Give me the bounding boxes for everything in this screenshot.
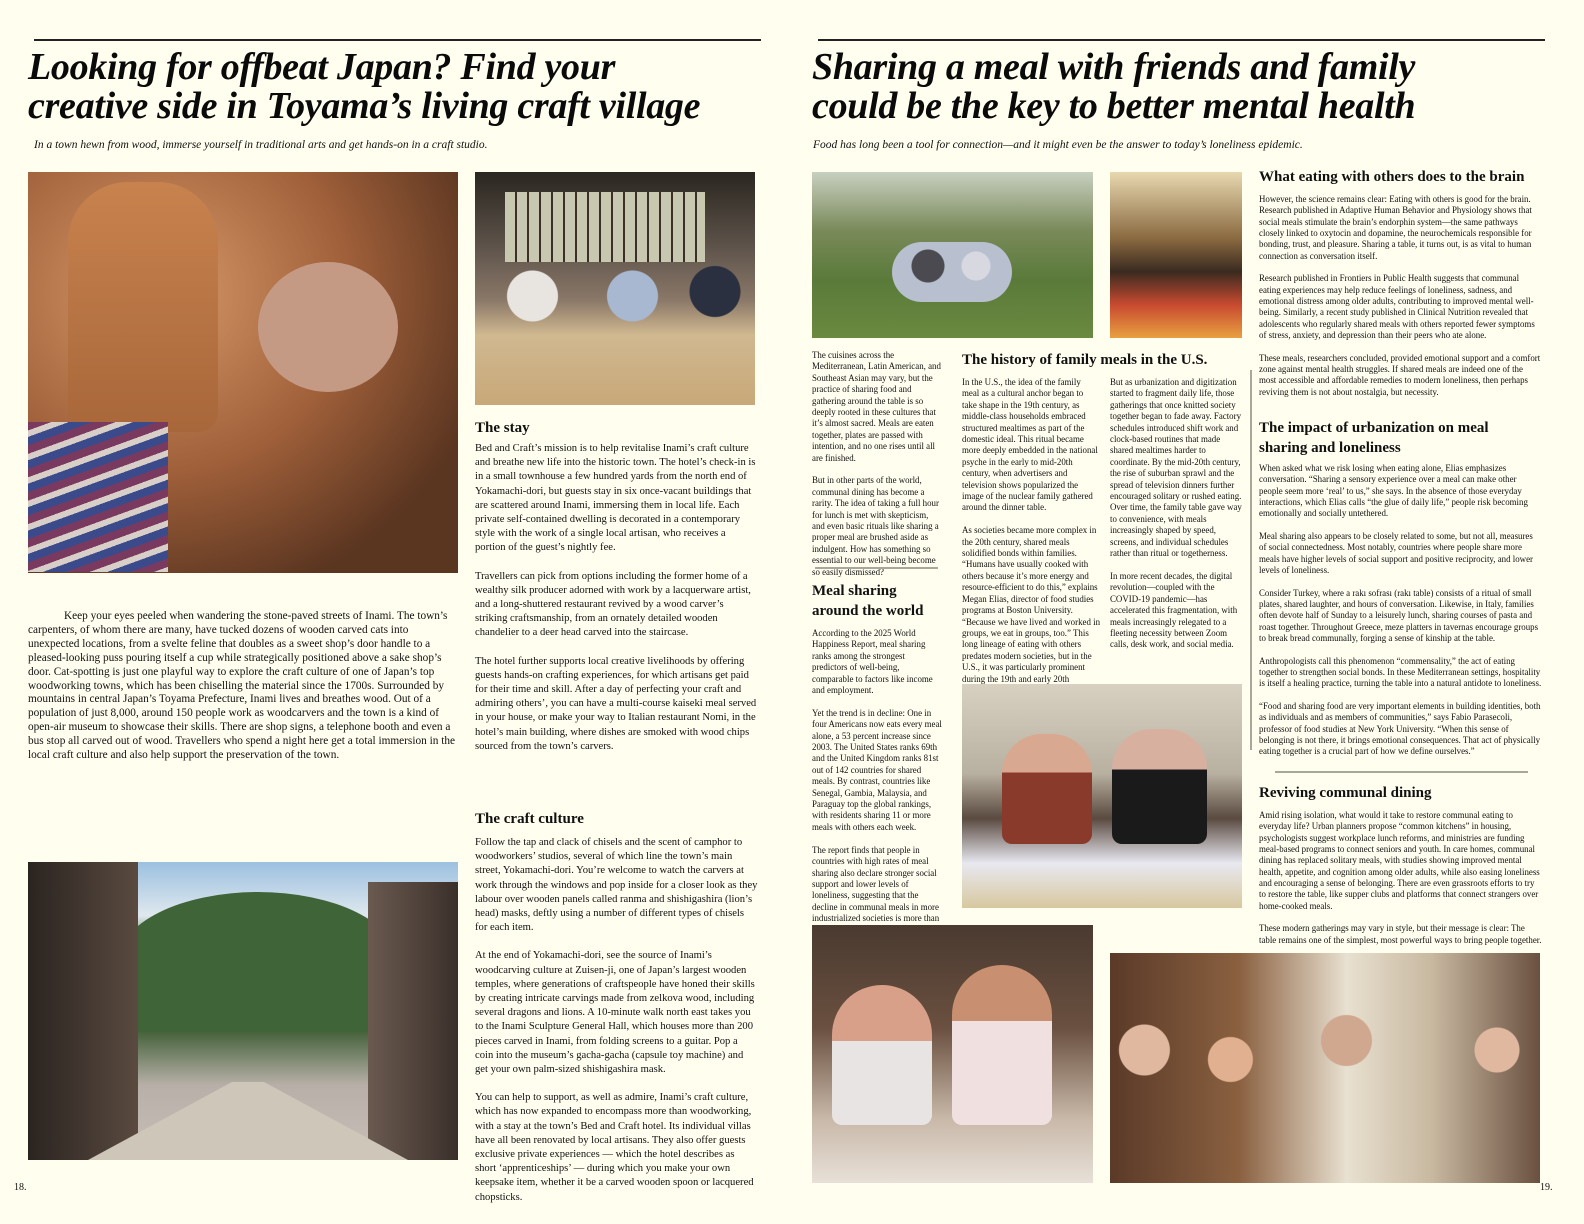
right-subtitle: Food has long been a tool for connection… [813, 139, 1303, 151]
people [495, 242, 745, 332]
paragraph: Anthropologists call this phenomenon “co… [1259, 655, 1542, 689]
photo-woodcarving [28, 172, 458, 573]
heading-history-family-meals: The history of family meals in the U.S. [962, 352, 1208, 368]
paragraph: When asked what we risk losing when eati… [1259, 463, 1528, 519]
photo-craft-studio [475, 172, 755, 405]
table-group [892, 242, 1012, 302]
paragraph: Yet the trend is in decline: One in four… [812, 707, 942, 832]
paragraph: In the U.S., the idea of the family meal… [962, 377, 1098, 513]
family-members [1110, 993, 1540, 1183]
heading-reviving-communal-dining: Reviving communal dining [1259, 785, 1432, 801]
heading-impact-urbanization: The impact of urbanization on meal shari… [1259, 420, 1489, 456]
buildings-left [28, 862, 138, 1160]
hand [258, 262, 398, 392]
paragraph: “Food and sharing food are very importan… [1259, 701, 1541, 757]
paragraph: At the end of Yokamachi-dori, see the so… [475, 950, 755, 1076]
world-body: According to the 2025 World Happiness Re… [812, 628, 942, 959]
paragraph: Research published in Frontiers in Publi… [1259, 273, 1535, 341]
paragraph: You can help to support, as well as admi… [475, 1092, 754, 1203]
paragraph: Meal sharing also appears to be closely … [1259, 531, 1533, 576]
photo-indoor-feast [1110, 172, 1242, 338]
intro-paragraph: Keep your eyes peeled when wandering the… [28, 610, 456, 762]
page-number-right: 19. [1540, 1182, 1553, 1193]
title-line: creative side in Toyama’s living craft v… [28, 85, 701, 127]
paragraph: In more recent decades, the digital revo… [1110, 570, 1238, 650]
craft-body: Follow the tap and clack of chisels and … [475, 836, 758, 1219]
section-divider [1275, 771, 1528, 773]
paragraph: Consider Turkey, where a rakı sofrası (r… [1259, 587, 1539, 644]
girl-right [952, 965, 1052, 1125]
paragraph: Travellers can pick from options includi… [475, 570, 751, 639]
left-top-rule [34, 39, 761, 41]
paragraph: The hotel further supports local creativ… [475, 655, 757, 752]
history-col1: In the U.S., the idea of the family meal… [962, 377, 1100, 708]
title-line: could be the key to better mental health [812, 85, 1416, 127]
heading-craft-culture: The craft culture [475, 811, 584, 827]
paragraph: These meals, researchers concluded, prov… [1259, 352, 1541, 397]
photo-elderly-couple [962, 684, 1242, 908]
page-number-left: 18. [14, 1182, 27, 1193]
right-intro: The cuisines across the Mediterranean, L… [812, 350, 942, 590]
paragraph: As societies became more complex in the … [962, 525, 1101, 695]
stay-body: Bed and Craft’s mission is to help revit… [475, 442, 758, 768]
mountain [118, 892, 398, 1032]
paragraph: Amid rising isolation, what would it tak… [1259, 810, 1540, 911]
girl-left [832, 985, 932, 1125]
heading-the-stay: The stay [475, 420, 530, 436]
history-col2: But as urbanization and digitization sta… [1110, 377, 1245, 662]
reviving-body: Amid rising isolation, what would it tak… [1259, 810, 1542, 957]
heading-meal-sharing-world: Meal sharing around the world [812, 583, 924, 619]
heading-what-eating-does: What eating with others does to the brai… [1259, 169, 1525, 185]
woman [1112, 729, 1207, 844]
paragraph: The cuisines across the Mediterranean, L… [812, 350, 941, 463]
brain-body: However, the science remains clear: Eati… [1259, 194, 1542, 409]
photo-garden-meal [812, 172, 1093, 338]
photo-family-kitchen [1110, 953, 1540, 1183]
paragraph: Bed and Craft’s mission is to help revit… [475, 443, 756, 554]
paragraph: But in other parts of the world, communa… [812, 475, 939, 577]
buildings-right [368, 882, 458, 1160]
vertical-divider [1250, 370, 1252, 750]
section-divider [815, 567, 938, 569]
left-subtitle: In a town hewn from wood, immerse yourse… [34, 139, 488, 151]
paragraph: These modern gatherings may vary in styl… [1259, 923, 1542, 945]
paragraph: However, the science remains clear: Eati… [1259, 194, 1532, 261]
title-line: Looking for offbeat Japan? Find your [28, 46, 616, 88]
urbanization-body: When asked what we risk losing when eati… [1259, 463, 1542, 769]
man [1002, 734, 1092, 844]
photo-girls-baking [812, 925, 1093, 1183]
paragraph: According to the 2025 World Happiness Re… [812, 628, 933, 696]
carved-figure [68, 182, 218, 432]
title-line: Sharing a meal with friends and family [812, 46, 1416, 88]
right-article-title: Sharing a meal with friends and family c… [812, 48, 1572, 126]
photo-street [28, 862, 458, 1160]
paragraph: Follow the tap and clack of chisels and … [475, 837, 758, 934]
textile [28, 422, 168, 572]
paragraph: But as urbanization and digitization sta… [1110, 377, 1242, 559]
left-article-title: Looking for offbeat Japan? Find your cre… [28, 48, 778, 126]
right-top-rule [818, 39, 1545, 41]
